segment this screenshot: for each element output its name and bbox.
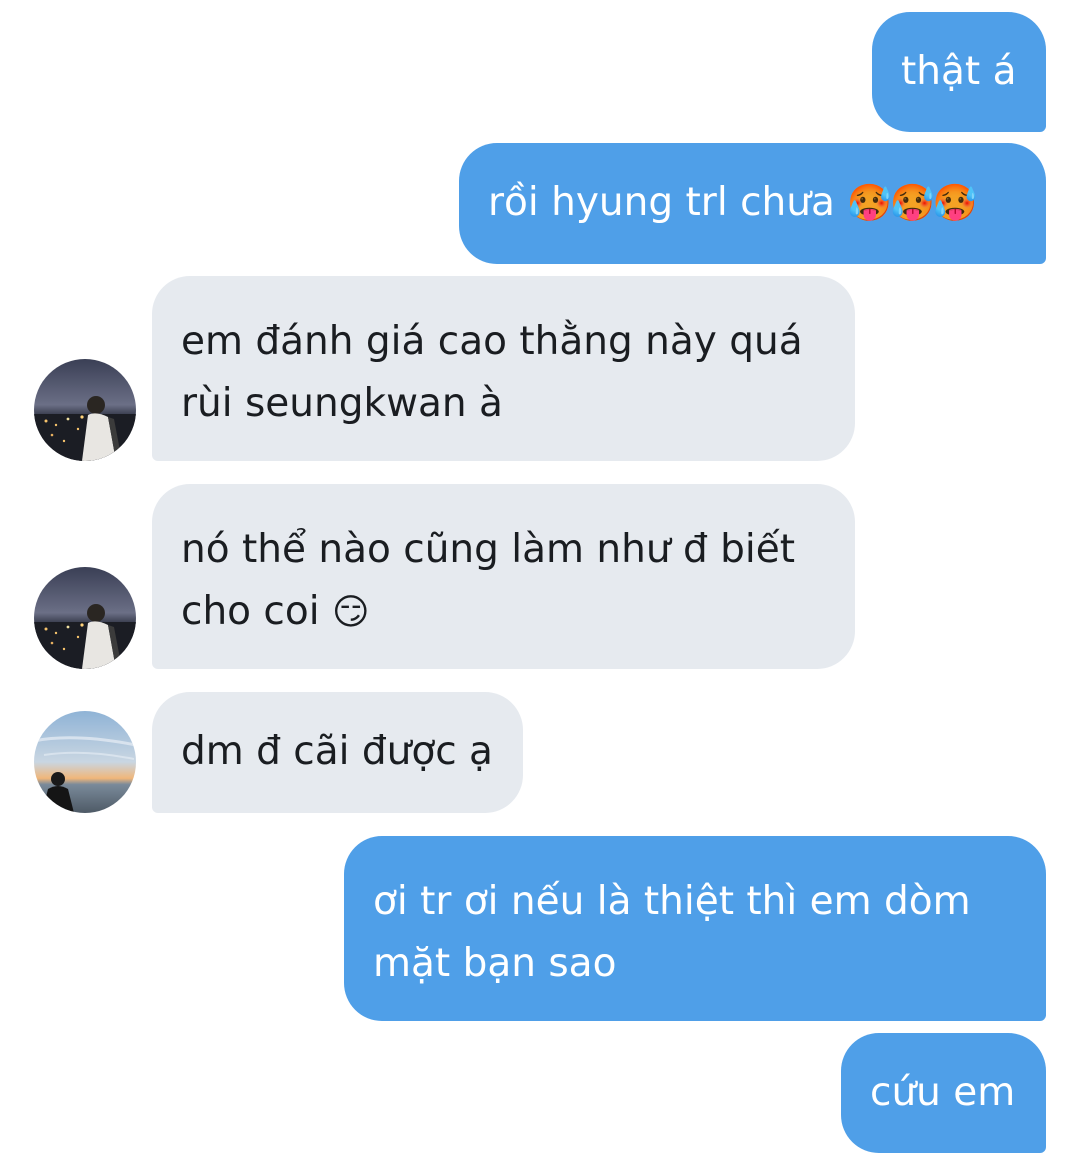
message-text: mặt bạn sao bbox=[373, 941, 617, 986]
message-bubble-outgoing[interactable]: thật á bbox=[872, 12, 1046, 132]
message-text: em đánh giá cao thằng này quá bbox=[181, 319, 803, 364]
message-text: cho coi bbox=[181, 589, 320, 634]
hot-face-emoji: 🥵🥵🥵 bbox=[847, 183, 977, 224]
message-bubble-incoming[interactable]: dm đ cãi được ạ bbox=[152, 692, 523, 813]
avatar[interactable] bbox=[34, 567, 136, 669]
sunset-sea-avatar-icon bbox=[34, 711, 136, 813]
message-text: rồi hyung trl chưa bbox=[488, 180, 835, 225]
avatar[interactable] bbox=[34, 711, 136, 813]
message-bubble-outgoing[interactable]: rồi hyung trl chưa 🥵🥵🥵 bbox=[459, 143, 1046, 264]
message-bubble-incoming[interactable]: em đánh giá cao thằng này quá rùi seungk… bbox=[152, 276, 855, 461]
message-text: nó thể nào cũng làm như đ biết bbox=[181, 527, 795, 572]
smirk-emoji: 😏 bbox=[331, 592, 370, 633]
night-city-avatar-icon bbox=[34, 359, 136, 461]
message-text: rùi seungkwan à bbox=[181, 381, 503, 426]
message-text: cứu em bbox=[870, 1070, 1016, 1115]
message-text: dm đ cãi được ạ bbox=[181, 729, 493, 774]
avatar[interactable] bbox=[34, 359, 136, 461]
message-bubble-outgoing[interactable]: cứu em bbox=[841, 1033, 1046, 1153]
message-text: ơi tr ơi nếu là thiệt thì em dòm bbox=[373, 879, 971, 924]
message-bubble-incoming[interactable]: nó thể nào cũng làm như đ biết cho coi 😏 bbox=[152, 484, 855, 669]
night-city-avatar-icon bbox=[34, 567, 136, 669]
message-text: thật á bbox=[901, 49, 1017, 94]
message-bubble-outgoing[interactable]: ơi tr ơi nếu là thiệt thì em dòm mặt bạn… bbox=[344, 836, 1046, 1021]
